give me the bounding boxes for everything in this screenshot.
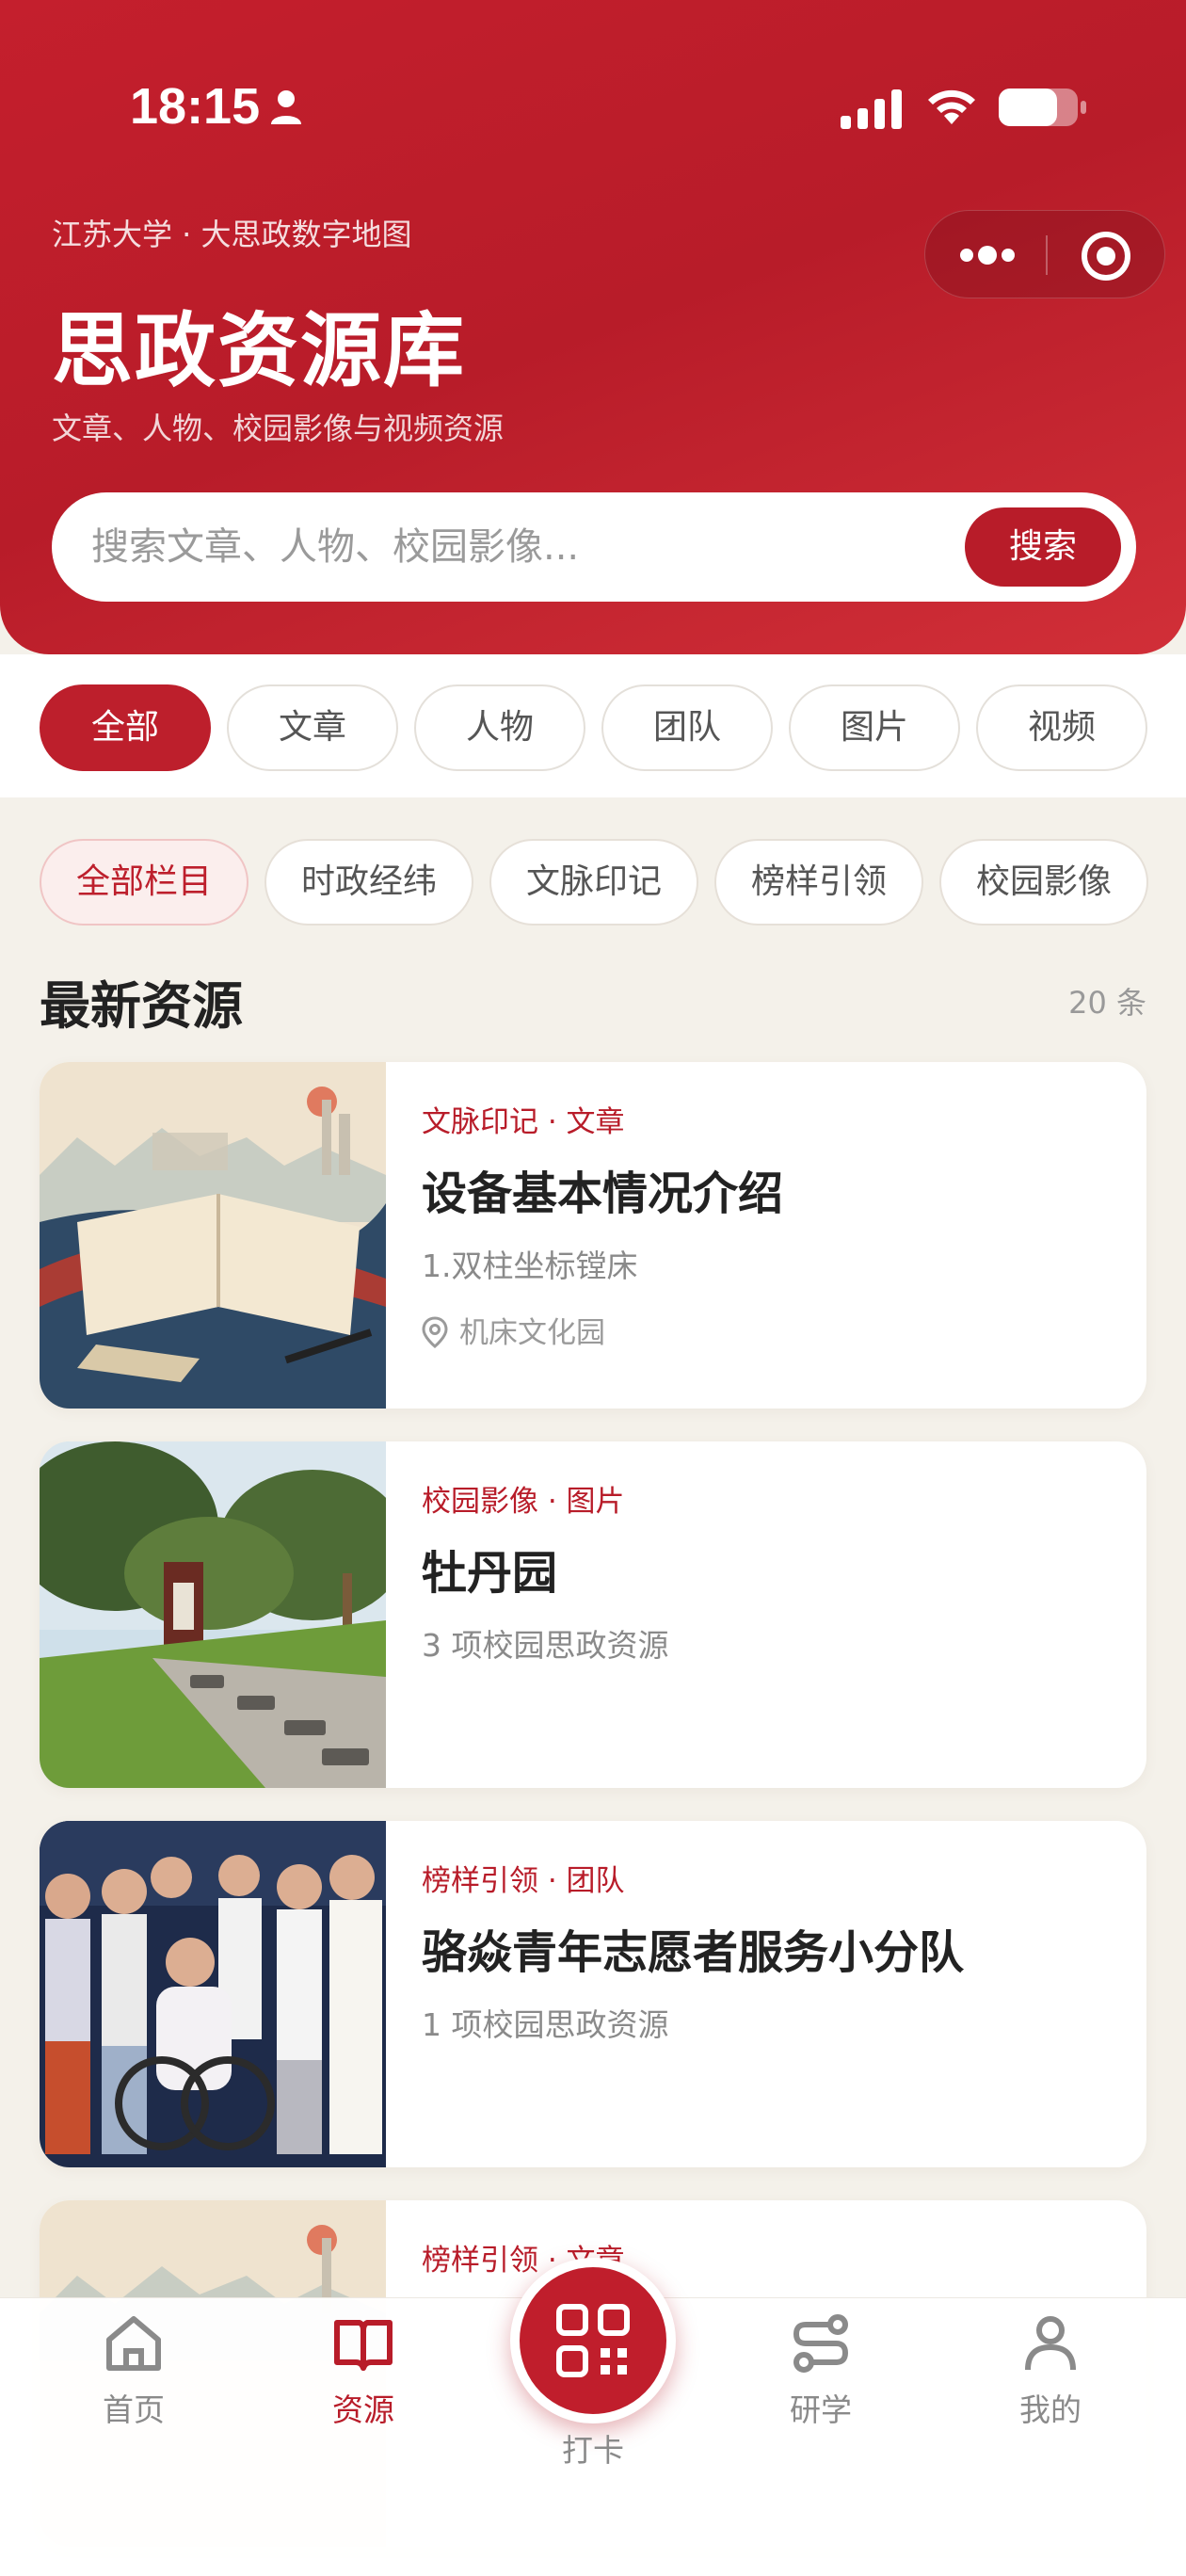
qr-code-icon	[556, 2304, 630, 2377]
resource-card[interactable]: 榜样引领 · 团队 骆焱青年志愿者服务小分队 1 项校园思政资源	[40, 1821, 1146, 2167]
nav-checkin-label: 打卡	[562, 2432, 624, 2469]
card-title: 设备基本情况介绍	[422, 1167, 784, 1220]
card-location-text: 机床文化园	[459, 1316, 605, 1350]
search-input[interactable]	[91, 517, 938, 577]
card-thumbnail	[40, 1062, 386, 1409]
header-description: 文章、人物、校园影像与视频资源	[52, 411, 505, 446]
location-pin-icon	[422, 1316, 448, 1348]
card-thumbnail	[40, 1441, 386, 1788]
header-subtitle: 江苏大学 · 大思政数字地图	[52, 217, 412, 252]
book-icon	[334, 2320, 393, 2371]
card-category: 校园影像 · 图片	[422, 1485, 625, 1519]
column-filter-all[interactable]: 全部栏目	[40, 839, 248, 926]
signal-icon	[841, 89, 902, 129]
column-filter-politics[interactable]: 时政经纬	[264, 839, 473, 926]
home-icon	[106, 2316, 161, 2371]
page-title: 思政资源库	[52, 303, 466, 398]
column-filter-culture[interactable]: 文脉印记	[489, 839, 698, 926]
card-category: 文脉印记 · 文章	[422, 1105, 625, 1139]
search-box: 搜索	[52, 492, 1136, 602]
nav-study-label: 研学	[790, 2391, 852, 2428]
capsule-divider	[1046, 235, 1048, 275]
card-title: 牡丹园	[422, 1547, 558, 1600]
type-filter-all[interactable]: 全部	[40, 684, 211, 771]
nav-resources-label: 资源	[332, 2391, 394, 2428]
checkin-scan-button[interactable]	[510, 2258, 676, 2423]
battery-icon	[999, 89, 1086, 126]
nav-mine[interactable]: 我的	[975, 2311, 1126, 2430]
type-filter-image[interactable]: 图片	[789, 684, 960, 771]
column-filter-campus[interactable]: 校园影像	[939, 839, 1148, 926]
card-location: 机床文化园	[422, 1309, 605, 1351]
miniprogram-capsule[interactable]	[924, 210, 1165, 298]
type-filter-team[interactable]: 团队	[601, 684, 773, 771]
card-title: 骆焱青年志愿者服务小分队	[422, 1926, 965, 1979]
nav-home-label: 首页	[103, 2391, 165, 2428]
type-filter-article[interactable]: 文章	[227, 684, 398, 771]
type-filter-video[interactable]: 视频	[976, 684, 1147, 771]
card-description: 1.双柱坐标镗床	[422, 1248, 638, 1284]
nav-resources[interactable]: 资源	[288, 2311, 439, 2430]
resource-card[interactable]: 校园影像 · 图片 牡丹园 3 项校园思政资源	[40, 1441, 1146, 1788]
status-time: 18:15	[130, 78, 261, 135]
card-thumbnail	[40, 1821, 386, 2167]
type-filter-person[interactable]: 人物	[414, 684, 585, 771]
route-icon	[793, 2314, 849, 2373]
status-bar: 18:15	[0, 0, 1186, 217]
person-icon	[271, 90, 301, 124]
result-count: 20 条	[1068, 985, 1146, 1021]
close-target-icon[interactable]	[1080, 230, 1132, 282]
nav-home[interactable]: 首页	[58, 2311, 209, 2430]
card-category: 榜样引领 · 团队	[422, 1864, 625, 1898]
wifi-icon	[928, 89, 975, 124]
resource-card[interactable]: 文脉印记 · 文章 设备基本情况介绍 1.双柱坐标镗床 机床文化园	[40, 1062, 1146, 1409]
section-title: 最新资源	[40, 975, 243, 1036]
type-filter-row: 全部 文章 人物 团队 图片 视频	[0, 654, 1186, 797]
header-banner: 18:15 江苏大学 · 大思政数字地图 思政资源库 文章、人物、校园影像与视频…	[0, 0, 1186, 654]
card-description: 1 项校园思政资源	[422, 2006, 669, 2043]
more-icon[interactable]	[957, 239, 1018, 271]
column-filter-role-models[interactable]: 榜样引领	[714, 839, 923, 926]
search-button[interactable]: 搜索	[965, 507, 1121, 587]
nav-study[interactable]: 研学	[745, 2311, 896, 2430]
card-description: 3 项校园思政资源	[422, 1627, 669, 1664]
user-icon	[1025, 2316, 1076, 2371]
nav-mine-label: 我的	[1019, 2391, 1082, 2428]
